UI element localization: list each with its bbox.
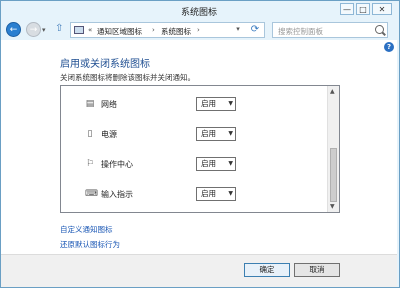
overflow-chevron[interactable]: « xyxy=(88,26,92,34)
cancel-button[interactable]: 取消 xyxy=(294,263,340,277)
list-item: ▯ 电源 启用 ▼ xyxy=(61,124,325,148)
system-icons-list: ▤ 网络 启用 ▼ ▯ 电源 启用 ▼ ⚐ 操作中心 启用 ▼ ⌨ 输入指示 启用 ▼ … xyxy=(60,85,340,213)
page-title: 启用或关闭系统图标 xyxy=(60,59,150,70)
chevron-down-icon: ▼ xyxy=(228,160,233,167)
scroll-up-icon[interactable]: ▲ xyxy=(330,88,335,95)
breadcrumb-system-icons[interactable]: 系统图标 xyxy=(161,26,191,37)
row-label: 网络 xyxy=(101,100,117,109)
minimize-button[interactable]: — xyxy=(340,3,354,15)
behavior-select[interactable]: 启用 ▼ xyxy=(196,127,236,141)
network-icon: ▤ xyxy=(85,99,95,109)
scroll-thumb[interactable] xyxy=(330,148,337,202)
behavior-select[interactable]: 启用 ▼ xyxy=(196,187,236,201)
maximize-icon: □ xyxy=(359,4,367,14)
title-bar[interactable]: 系统图标 — □ ✕ xyxy=(0,0,398,20)
forward-arrow-icon: → xyxy=(29,24,38,35)
chevron-down-icon: ▼ xyxy=(228,190,233,197)
help-icon[interactable]: ? xyxy=(384,42,394,52)
scroll-down-icon[interactable]: ▼ xyxy=(330,203,335,210)
row-label: 操作中心 xyxy=(101,160,133,169)
maximize-button[interactable]: □ xyxy=(356,3,370,15)
vertical-scrollbar[interactable]: ▲ ▼ xyxy=(327,86,339,212)
ok-button[interactable]: 确定 xyxy=(244,263,290,277)
breadcrumb-separator[interactable]: › xyxy=(197,26,200,34)
row-label: 电源 xyxy=(101,130,117,139)
list-item: ▤ 网络 启用 ▼ xyxy=(61,94,325,118)
search-icon[interactable] xyxy=(375,25,384,34)
customize-notification-icons-link[interactable]: 自定义通知图标 xyxy=(60,224,113,235)
address-dropdown[interactable]: ▾ xyxy=(233,21,243,37)
close-button[interactable]: ✕ xyxy=(372,3,392,15)
page-description: 关闭系统图标将删除该图标并关闭通知。 xyxy=(60,73,195,82)
breadcrumb-notification-area-icons[interactable]: 通知区域图标 xyxy=(97,26,142,37)
chevron-down-icon: ▼ xyxy=(228,130,233,137)
back-arrow-icon: ← xyxy=(9,24,18,35)
behavior-select[interactable]: 启用 ▼ xyxy=(196,157,236,171)
list-item: ⚐ 操作中心 启用 ▼ xyxy=(61,154,325,178)
breadcrumb-separator[interactable]: › xyxy=(152,26,155,34)
minimize-icon: — xyxy=(343,4,351,14)
window-title: 系统图标 xyxy=(180,8,217,18)
behavior-select[interactable]: 启用 ▼ xyxy=(196,97,236,111)
list-item: ⌨ 输入指示 启用 ▼ xyxy=(61,184,325,208)
control-panel-icon xyxy=(74,26,84,34)
action-center-flag-icon: ⚐ xyxy=(85,159,95,169)
up-arrow-icon[interactable]: ⇧ xyxy=(55,23,63,34)
restore-default-icon-behavior-link[interactable]: 还原默认图标行为 xyxy=(60,239,120,250)
search-input[interactable]: 搜索控制面板 xyxy=(278,26,323,37)
forward-button[interactable]: → xyxy=(26,22,41,37)
row-label: 输入指示 xyxy=(101,190,133,199)
power-icon: ▯ xyxy=(87,129,93,139)
search-box[interactable]: 搜索控制面板 xyxy=(272,22,388,38)
back-button[interactable]: ← xyxy=(6,22,21,37)
input-indicator-icon: ⌨ xyxy=(85,189,98,199)
navigation-bar: ← → ▾ ⇧ « 通知区域图标 › 系统图标 › ▾ ⟳ 搜索控制面板 xyxy=(0,20,398,40)
recent-pages-dropdown[interactable]: ▾ xyxy=(42,26,46,34)
close-icon: ✕ xyxy=(378,4,386,14)
refresh-icon[interactable]: ⟳ xyxy=(247,22,263,38)
chevron-down-icon: ▼ xyxy=(228,100,233,107)
